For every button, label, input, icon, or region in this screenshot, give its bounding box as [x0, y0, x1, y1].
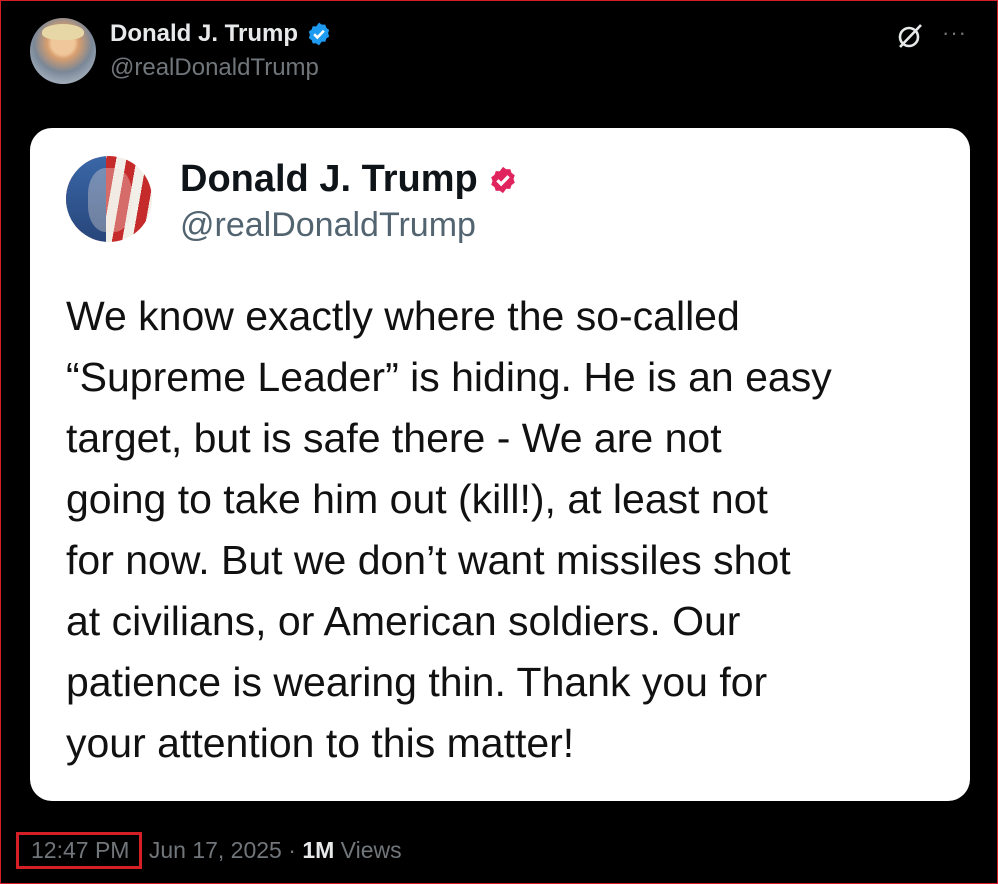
author-avatar[interactable]: [30, 18, 96, 84]
post-date[interactable]: Jun 17, 2025: [149, 837, 282, 864]
quoted-post-card: Donald J. Trump @realDonaldTrump We know…: [30, 128, 970, 801]
author-name[interactable]: Donald J. Trump: [110, 20, 298, 48]
metadata-separator: ·: [288, 837, 296, 863]
author-handle[interactable]: @realDonaldTrump: [110, 54, 319, 82]
views-count: 1M: [302, 837, 335, 863]
quoted-author-avatar: [66, 156, 152, 242]
post-metadata: 12:47 PM Jun 17, 2025 · 1M Views: [16, 832, 402, 869]
quoted-author-handle: @realDonaldTrump: [180, 206, 476, 244]
post-time[interactable]: 12:47 PM: [16, 832, 143, 869]
verified-badge-icon: [490, 166, 515, 193]
author-name-row[interactable]: Donald J. Trump: [110, 20, 332, 48]
post-text: We know exactly where the so-called “Sup…: [66, 293, 832, 766]
verified-badge-icon: [308, 22, 330, 46]
more-options-icon[interactable]: ···: [942, 22, 968, 48]
views-label: Views: [340, 837, 402, 863]
quoted-author-name: Donald J. Trump: [180, 158, 478, 200]
grok-icon[interactable]: [896, 22, 924, 50]
quoted-author-name-row: Donald J. Trump: [180, 158, 518, 201]
